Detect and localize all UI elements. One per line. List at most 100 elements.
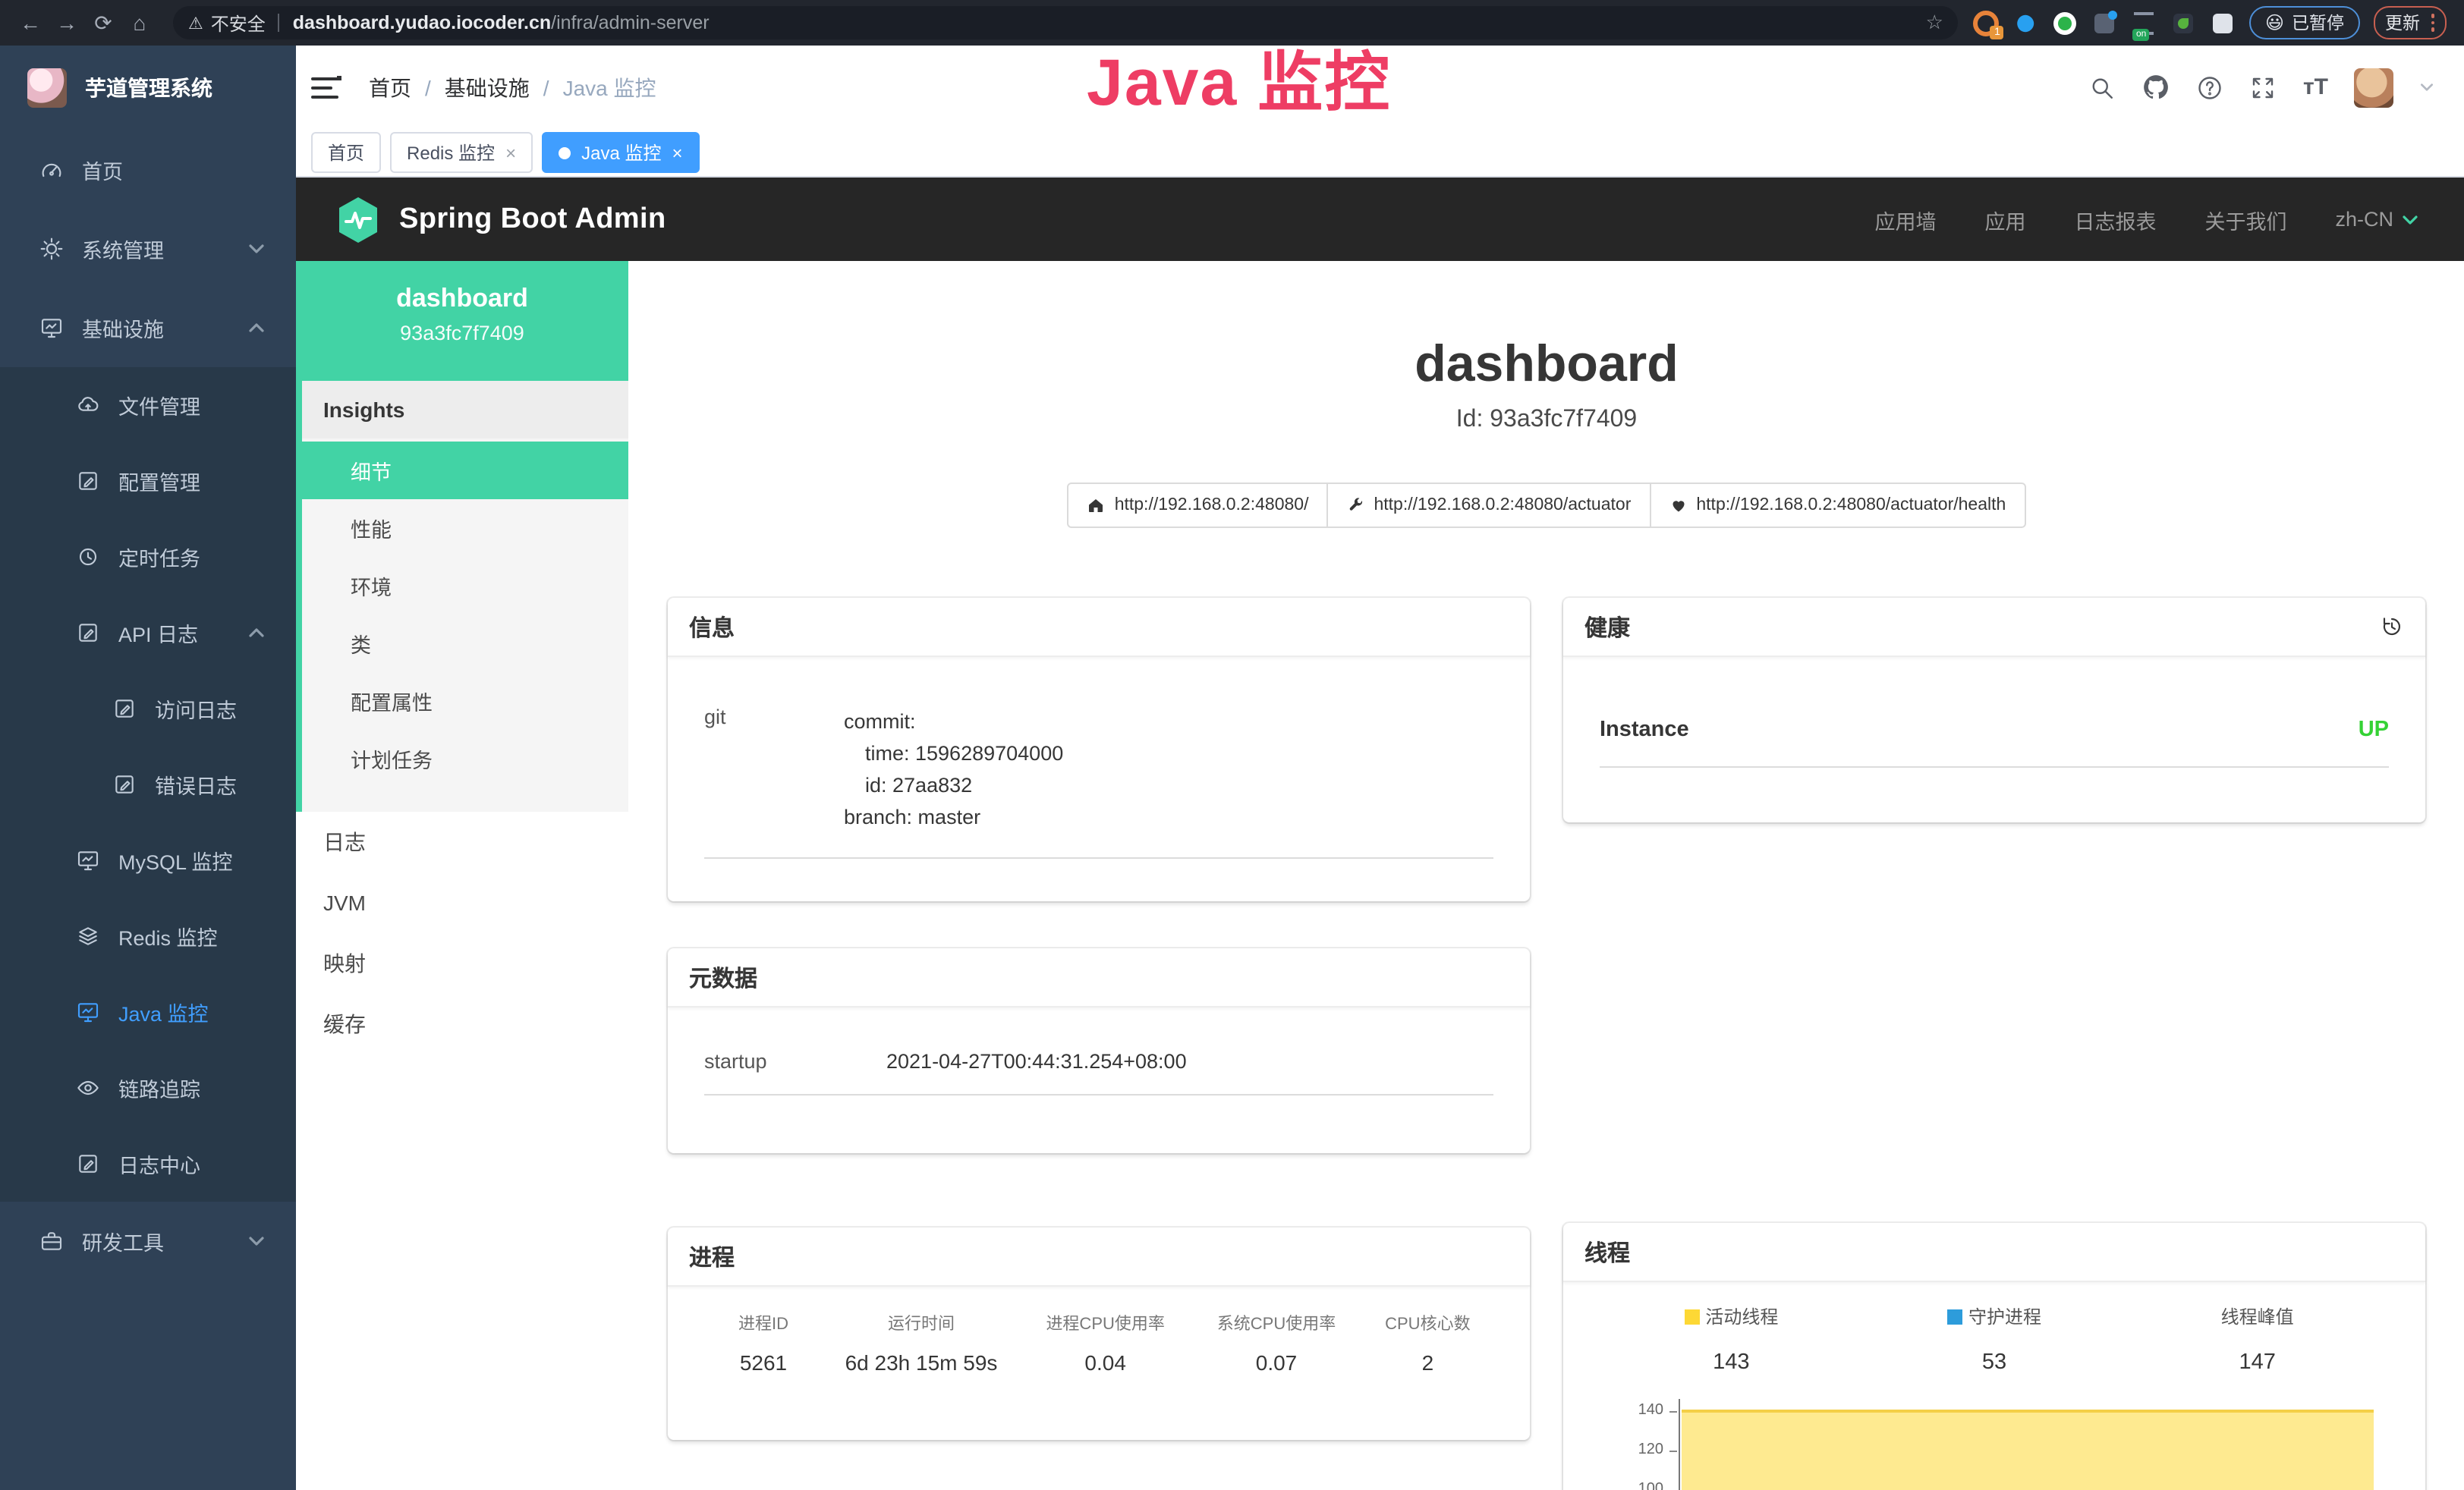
gauge-icon bbox=[39, 158, 64, 182]
sba-logo-icon bbox=[335, 195, 381, 244]
metadata-key: startup bbox=[704, 1050, 886, 1073]
menu-item-metrics[interactable]: 性能 bbox=[302, 499, 628, 557]
nav-about[interactable]: 关于我们 bbox=[2204, 204, 2286, 234]
sidebar-item-files[interactable]: 文件管理 bbox=[0, 367, 296, 443]
chevron-up-icon bbox=[247, 322, 266, 334]
app-sidebar: 芋道管理系统 首页 系统管理 基础设施 bbox=[0, 46, 296, 1490]
table-row: startup 2021-04-27T00:44:31.254+08:00 bbox=[704, 1050, 1493, 1095]
extension-icon[interactable] bbox=[2092, 10, 2118, 36]
sba-brand[interactable]: Spring Boot Admin bbox=[399, 203, 666, 236]
menu-kebab-icon[interactable] bbox=[2431, 14, 2434, 32]
help-icon[interactable] bbox=[2197, 74, 2224, 101]
metadata-card: 元数据 startup 2021-04-27T00:44:31.254+08:0… bbox=[668, 948, 1530, 1153]
active-threads-area bbox=[1682, 1410, 2374, 1490]
tags-view-bar: 首页 Redis 监控 × Java 监控 × bbox=[296, 129, 2464, 178]
nav-journal[interactable]: 日志报表 bbox=[2074, 204, 2156, 234]
health-url-link[interactable]: http://192.168.0.2:48080/actuator/health bbox=[1649, 483, 2025, 528]
app-logo-row[interactable]: 芋道管理系统 bbox=[0, 46, 296, 130]
menu-item-scheduled-tasks[interactable]: 计划任务 bbox=[302, 730, 628, 787]
chart-plot-area bbox=[1679, 1399, 2374, 1490]
process-values-row: 5261 6d 23h 15m 59s 0.04 0.07 2 bbox=[704, 1350, 1493, 1375]
chevron-up-icon bbox=[247, 627, 266, 639]
tab-home[interactable]: 首页 bbox=[311, 132, 381, 173]
sidebar-item-devtools[interactable]: 研发工具 bbox=[0, 1202, 296, 1281]
health-card: 健康 Instance UP bbox=[1563, 598, 2425, 822]
sidebar-item-home[interactable]: 首页 bbox=[0, 130, 296, 209]
forward-icon[interactable]: → bbox=[49, 11, 85, 35]
extension-icon[interactable] bbox=[2013, 10, 2039, 36]
menu-item-configprops[interactable]: 配置属性 bbox=[302, 672, 628, 730]
github-icon[interactable] bbox=[2142, 73, 2171, 102]
menu-item-caches[interactable]: 缓存 bbox=[296, 994, 628, 1055]
table-row: Instance UP bbox=[1600, 718, 2389, 768]
paused-label: 已暂停 bbox=[2292, 11, 2344, 35]
bookmark-star-icon[interactable]: ☆ bbox=[1926, 11, 1943, 35]
paused-badge[interactable]: 😃 已暂停 bbox=[2250, 6, 2359, 39]
sidebar-item-access-log[interactable]: 访问日志 bbox=[0, 671, 296, 747]
avatar[interactable] bbox=[2354, 68, 2393, 107]
sidebar-item-api-log[interactable]: API 日志 bbox=[0, 595, 296, 671]
sidebar-item-config[interactable]: 配置管理 bbox=[0, 443, 296, 519]
menu-item-env[interactable]: 环境 bbox=[302, 557, 628, 615]
page-instance-id: Id: 93a3fc7f7409 bbox=[628, 404, 2464, 437]
sba-sidebar: dashboard 93a3fc7f7409 Insights 细节 性能 环境… bbox=[296, 261, 628, 1490]
chevron-down-icon[interactable] bbox=[2419, 82, 2434, 93]
service-url-link[interactable]: http://192.168.0.2:48080/ bbox=[1068, 483, 1329, 528]
tab-java[interactable]: Java 监控 × bbox=[542, 132, 699, 173]
font-size-icon[interactable]: ᴛT bbox=[2303, 74, 2328, 100]
legend-item[interactable]: 守护进程 53 bbox=[1863, 1303, 2126, 1375]
update-button[interactable]: 更新 bbox=[2373, 6, 2447, 39]
menu-item-jvm[interactable]: JVM bbox=[296, 872, 628, 933]
extension-icon[interactable] bbox=[2171, 10, 2197, 36]
sidebar-item-infra[interactable]: 基础设施 bbox=[0, 288, 296, 367]
close-icon[interactable]: × bbox=[505, 142, 516, 163]
history-icon[interactable] bbox=[2380, 613, 2404, 640]
home-icon[interactable]: ⌂ bbox=[121, 11, 158, 35]
sidebar-item-log-center[interactable]: 日志中心 bbox=[0, 1126, 296, 1202]
app-title: 芋道管理系统 bbox=[85, 73, 212, 103]
fullscreen-icon[interactable] bbox=[2250, 74, 2277, 101]
legend-item[interactable]: 线程峰值 147 bbox=[2126, 1303, 2389, 1375]
tab-redis[interactable]: Redis 监控 × bbox=[390, 132, 533, 173]
nav-wallboard[interactable]: 应用墙 bbox=[1874, 204, 1936, 234]
sidebar-item-tracing[interactable]: 链路追踪 bbox=[0, 1050, 296, 1126]
nav-applications[interactable]: 应用 bbox=[1984, 204, 2025, 234]
close-icon[interactable]: × bbox=[672, 142, 682, 163]
spring-boot-admin: Spring Boot Admin 应用墙 应用 日志报表 关于我们 zh-CN bbox=[296, 178, 2464, 1490]
sidebar-item-mysql[interactable]: MySQL 监控 bbox=[0, 822, 296, 898]
breadcrumb-home[interactable]: 首页 bbox=[369, 72, 411, 102]
chevron-down-icon bbox=[247, 1235, 266, 1247]
search-icon[interactable] bbox=[2089, 74, 2116, 101]
back-icon[interactable]: ← bbox=[12, 11, 49, 35]
edit-icon bbox=[112, 772, 137, 797]
url-host: dashboard.yudao.iocoder.cn bbox=[293, 12, 551, 33]
extension-icon[interactable]: 1 bbox=[1974, 10, 2000, 36]
breadcrumb-infra[interactable]: 基础设施 bbox=[445, 72, 530, 102]
address-bar[interactable]: ⚠ 不安全 dashboard.yudao.iocoder.cn/infra/a… bbox=[173, 6, 1959, 39]
locale-select[interactable]: zh-CN bbox=[2335, 208, 2419, 231]
puzzle-icon[interactable] bbox=[2211, 10, 2236, 36]
menu-item-mappings[interactable]: 映射 bbox=[296, 933, 628, 994]
legend-item[interactable]: 活动线程 143 bbox=[1600, 1303, 1863, 1375]
reload-icon[interactable]: ⟳ bbox=[85, 10, 121, 36]
layers-icon bbox=[76, 924, 100, 948]
sba-nav: 应用墙 应用 日志报表 关于我们 zh-CN bbox=[1874, 204, 2419, 234]
warning-icon: ⚠ bbox=[188, 13, 203, 33]
security-label[interactable]: 不安全 bbox=[211, 10, 266, 36]
sidebar-item-redis[interactable]: Redis 监控 bbox=[0, 898, 296, 974]
collapse-menu-icon[interactable] bbox=[311, 75, 341, 99]
extension-icon[interactable] bbox=[2053, 10, 2079, 36]
actuator-url-link[interactable]: http://192.168.0.2:48080/actuator bbox=[1326, 483, 1651, 528]
menu-item-classes[interactable]: 类 bbox=[302, 615, 628, 672]
sidebar-item-java[interactable]: Java 监控 bbox=[0, 974, 296, 1050]
sidebar-item-jobs[interactable]: 定时任务 bbox=[0, 519, 296, 595]
sidebar-item-error-log[interactable]: 错误日志 bbox=[0, 747, 296, 822]
menu-item-details[interactable]: 细节 bbox=[302, 442, 628, 499]
instance-header[interactable]: dashboard 93a3fc7f7409 bbox=[296, 261, 628, 381]
card-title: 元数据 bbox=[689, 961, 757, 993]
extension-icon[interactable]: on bbox=[2132, 10, 2157, 36]
instance-id: 93a3fc7f7409 bbox=[296, 322, 628, 344]
sba-header: Spring Boot Admin 应用墙 应用 日志报表 关于我们 zh-CN bbox=[296, 178, 2464, 261]
sidebar-item-system[interactable]: 系统管理 bbox=[0, 209, 296, 288]
menu-item-logs[interactable]: 日志 bbox=[296, 812, 628, 872]
